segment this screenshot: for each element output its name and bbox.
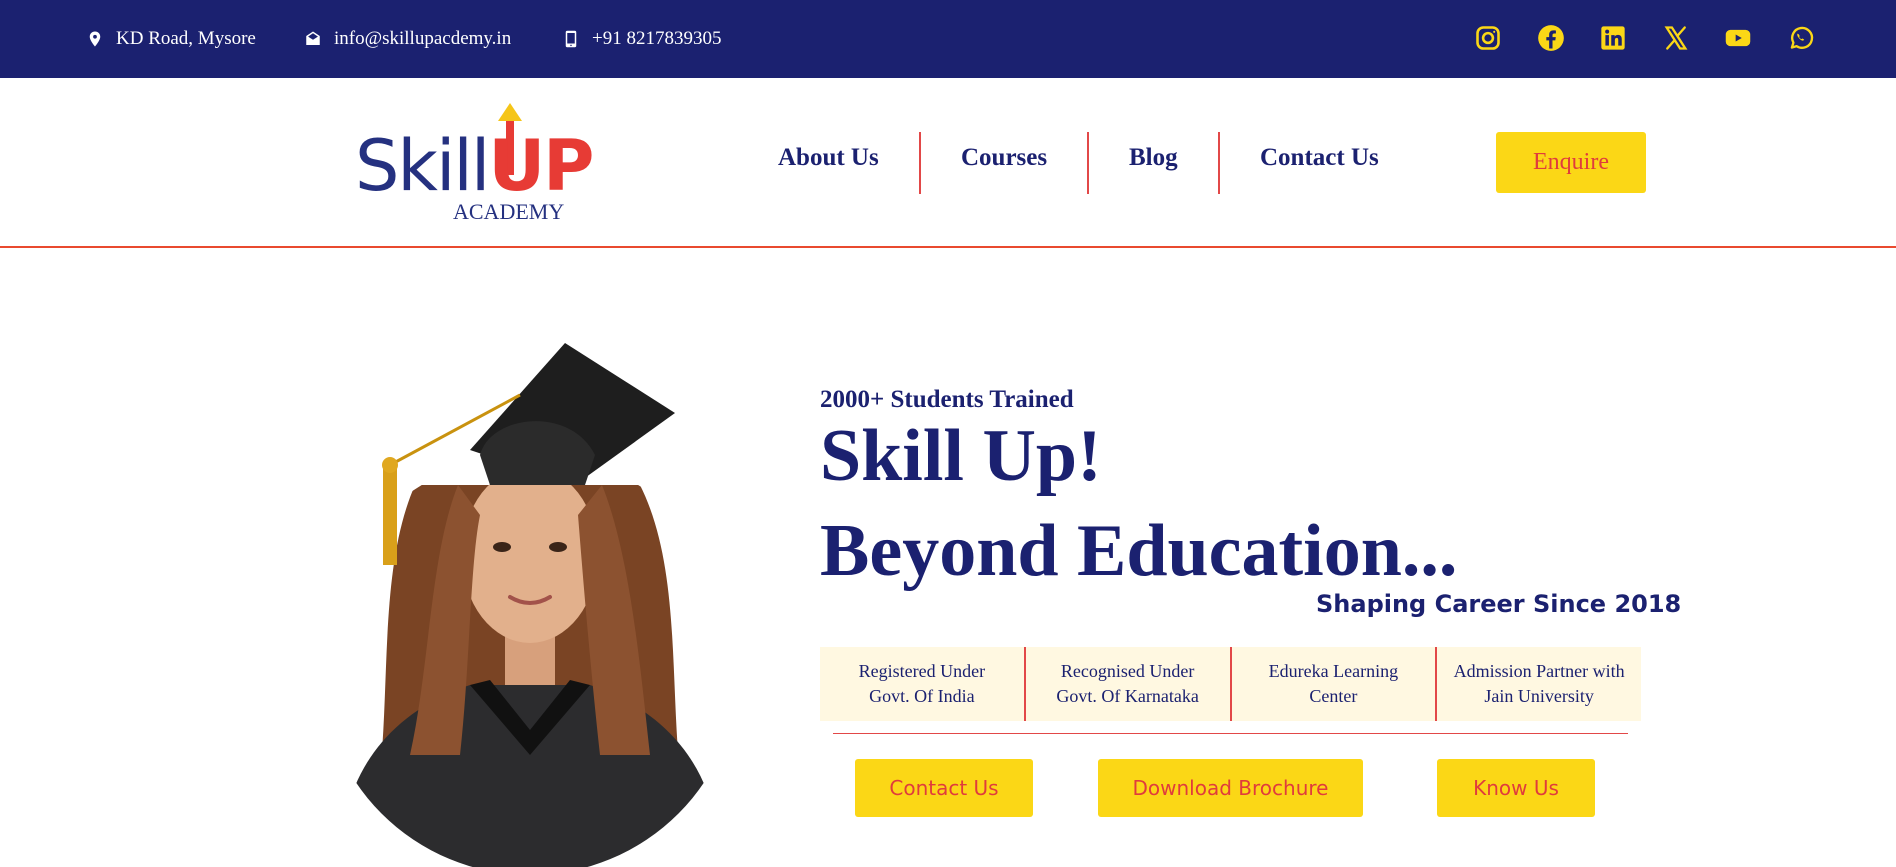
- logo-wordmark: SkillUP: [355, 131, 594, 201]
- nav-about-us[interactable]: About Us: [778, 144, 879, 172]
- facebook-icon[interactable]: [1535, 22, 1567, 54]
- email-item[interactable]: info@skillupacdemy.in: [304, 0, 511, 78]
- nav-blog[interactable]: Blog: [1129, 144, 1178, 172]
- address-item: KD Road, Mysore: [86, 0, 256, 78]
- skillup-academy-logo[interactable]: SkillUP ACADEMY: [355, 101, 595, 225]
- hero-headline-line2: Beyond Education...: [820, 510, 1458, 592]
- whatsapp-icon[interactable]: [1785, 22, 1817, 54]
- contact-us-button[interactable]: Contact Us: [855, 759, 1033, 817]
- badge-line: Admission Partner with: [1453, 661, 1625, 681]
- top-bar: KD Road, Mysore info@skillupacdemy.in +9…: [0, 0, 1896, 78]
- badge-line: Edureka Learning: [1268, 661, 1399, 681]
- badge-jain-university: Admission Partner with Jain University: [1437, 647, 1641, 721]
- nav-divider: [1087, 132, 1089, 194]
- logo-skill-text: Skill: [355, 125, 490, 207]
- badge-line: Center: [1309, 686, 1358, 706]
- location-pin-icon: [89, 31, 101, 47]
- badge-line: Govt. Of India: [869, 686, 975, 706]
- logo-academy-text: ACADEMY: [453, 199, 565, 224]
- instagram-icon[interactable]: [1472, 22, 1504, 54]
- email-text[interactable]: info@skillupacdemy.in: [334, 28, 511, 50]
- graduate-student-image: [320, 335, 740, 867]
- nav-divider: [919, 132, 921, 194]
- x-icon[interactable]: [1660, 22, 1692, 54]
- hero-tagline: Shaping Career Since 2018: [1316, 590, 1682, 618]
- badge-edureka: Edureka Learning Center: [1232, 647, 1438, 721]
- badge-line: Jain University: [1484, 686, 1594, 706]
- logo-up-text: UP: [488, 125, 594, 207]
- badge-govt-india: Registered Under Govt. Of India: [820, 647, 1026, 721]
- phone-text[interactable]: +91 8217839305: [592, 28, 721, 50]
- badge-line: Recognised Under: [1060, 661, 1195, 681]
- badge-line: Registered Under: [858, 661, 986, 681]
- youtube-icon[interactable]: [1722, 22, 1754, 54]
- hero-headline-line1: Skill Up!: [820, 415, 1102, 497]
- envelope-open-icon: [306, 31, 320, 45]
- mobile-phone-icon: [565, 30, 577, 48]
- nav-divider: [1218, 132, 1220, 194]
- students-trained-text: 2000+ Students Trained: [820, 386, 1074, 413]
- linkedin-icon[interactable]: [1597, 22, 1629, 54]
- phone-item[interactable]: +91 8217839305: [562, 0, 721, 78]
- enquire-button[interactable]: Enquire: [1496, 132, 1646, 193]
- download-brochure-button[interactable]: Download Brochure: [1098, 759, 1363, 817]
- badge-line: Govt. Of Karnataka: [1056, 686, 1199, 706]
- hero-divider: [833, 733, 1628, 734]
- know-us-button[interactable]: Know Us: [1437, 759, 1595, 817]
- nav-courses[interactable]: Courses: [961, 144, 1047, 172]
- accreditation-strip: Registered Under Govt. Of India Recognise…: [820, 647, 1641, 721]
- address-text: KD Road, Mysore: [116, 28, 256, 49]
- nav-contact-us[interactable]: Contact Us: [1260, 144, 1379, 172]
- badge-govt-karnataka: Recognised Under Govt. Of Karnataka: [1026, 647, 1232, 721]
